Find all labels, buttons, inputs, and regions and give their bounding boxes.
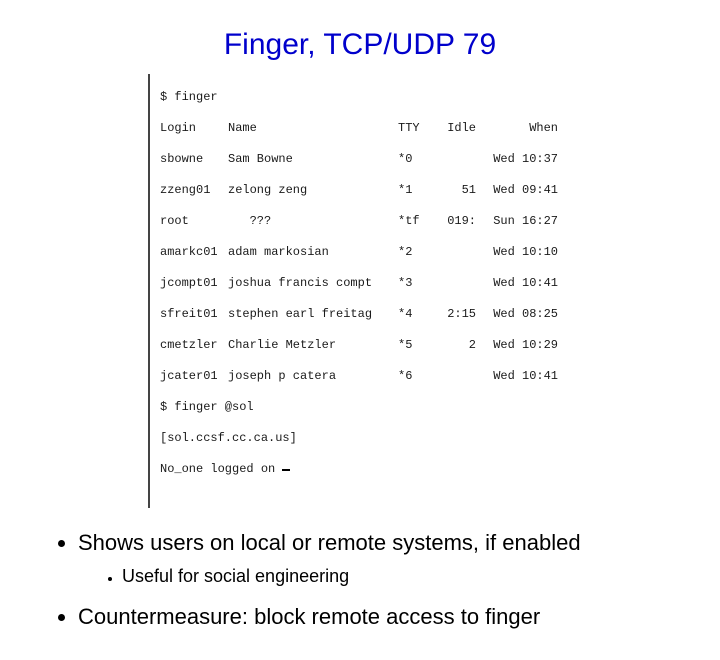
status-line: No_one logged on	[160, 462, 690, 478]
col-header-when: When	[476, 121, 558, 137]
cursor-icon	[282, 469, 290, 471]
terminal-row: sbowneSam Bowne*0Wed 10:37	[160, 152, 690, 168]
col-header-login: Login	[160, 121, 228, 137]
sub-bullet-list: Useful for social engineering	[78, 564, 690, 588]
command-line: $ finger @sol	[160, 400, 690, 416]
col-header-tty: TTY	[398, 121, 436, 137]
bullet-item: Shows users on local or remote systems, …	[78, 528, 690, 588]
terminal-container: $ finger LoginNameTTYIdleWhen sbowneSam …	[148, 74, 690, 508]
slide: Finger, TCP/UDP 79 $ finger LoginNameTTY…	[0, 0, 720, 660]
sub-bullet-item: Useful for social engineering	[122, 564, 690, 588]
bullet-item: Countermeasure: block remote access to f…	[78, 602, 690, 632]
col-header-name: Name	[228, 121, 398, 137]
command-line: $ finger	[160, 90, 690, 106]
terminal-row: jcompt01joshua francis compt*3Wed 10:41	[160, 276, 690, 292]
host-line: [sol.ccsf.cc.ca.us]	[160, 431, 690, 447]
col-header-idle: Idle	[436, 121, 476, 137]
terminal-header: LoginNameTTYIdleWhen	[160, 121, 690, 137]
terminal-row: jcater01joseph p catera*6Wed 10:41	[160, 369, 690, 385]
terminal-row: zzeng01zelong zeng*151Wed 09:41	[160, 183, 690, 199]
terminal-row: root ???*tf019:Sun 16:27	[160, 214, 690, 230]
terminal-output: $ finger LoginNameTTYIdleWhen sbowneSam …	[160, 74, 690, 508]
bullet-list: Shows users on local or remote systems, …	[30, 528, 690, 632]
terminal-row: cmetzlerCharlie Metzler*52Wed 10:29	[160, 338, 690, 354]
slide-title: Finger, TCP/UDP 79	[30, 28, 690, 62]
terminal-row: sfreit01stephen earl freitag*42:15Wed 08…	[160, 307, 690, 323]
terminal-row: amarkc01adam markosian*2Wed 10:10	[160, 245, 690, 261]
bullet-text: Shows users on local or remote systems, …	[78, 530, 581, 555]
